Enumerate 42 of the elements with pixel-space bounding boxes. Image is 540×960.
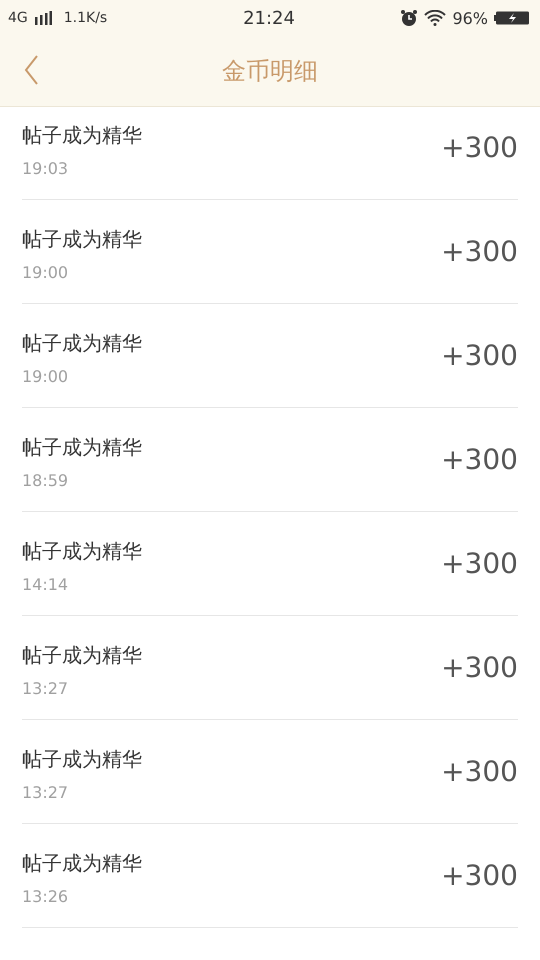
network-type: 4G [8,10,28,26]
record-time: 13:27 [22,782,70,802]
record-amount: +300 [441,443,518,476]
record-row[interactable]: 帖子成为精华 13:27 +300 [22,616,518,720]
record-row[interactable]: 帖子成为精华 19:00 +300 [22,200,518,304]
record-title: 帖子成为精华 [22,850,142,876]
record-row[interactable]: 帖子成为精华 19:03 +300 [22,107,518,200]
record-amount: +300 [441,651,518,684]
record-time: 19:00 [22,262,70,282]
page-title: 金币明细 [222,56,318,87]
record-amount: +300 [441,547,518,580]
network-speed: 1.1K/s [64,10,108,26]
record-time: 19:03 [22,158,70,178]
record-title: 帖子成为精华 [22,746,142,772]
record-amount: +300 [441,755,518,788]
record-amount: +300 [441,339,518,372]
signal-icon [34,11,52,25]
record-title: 帖子成为精华 [22,642,142,668]
record-row[interactable]: 帖子成为精华 14:14 +300 [22,512,518,616]
chevron-icon [23,54,39,86]
record-title: 帖子成为精华 [22,434,142,460]
record-row[interactable]: 帖子成为精华 19:00 +300 [22,304,518,408]
record-title: 帖子成为精华 [22,226,142,252]
status-time: 21:24 [243,8,295,28]
record-title: 帖子成为精华 [22,538,142,564]
record-row[interactable]: 帖子成为精华 13:26 +300 [22,824,518,928]
record-time: 19:00 [22,366,70,386]
record-title: 帖子成为精华 [22,330,142,356]
record-time: 18:59 [22,470,70,490]
record-amount: +300 [441,235,518,268]
record-title: 帖子成为精华 [22,122,142,148]
record-amount: +300 [441,131,518,164]
wifi-icon [424,10,446,26]
battery-icon [494,11,530,25]
battery-percent: 96% [452,8,488,28]
record-amount: +300 [441,859,518,892]
record-row[interactable]: 帖子成为精华 13:27 +300 [22,720,518,824]
alarm-icon [400,9,418,27]
record-time: 14:14 [22,574,70,594]
record-time: 13:27 [22,678,70,698]
record-row[interactable]: 帖子成为精华 18:59 +300 [22,408,518,512]
record-time: 13:26 [22,886,70,906]
